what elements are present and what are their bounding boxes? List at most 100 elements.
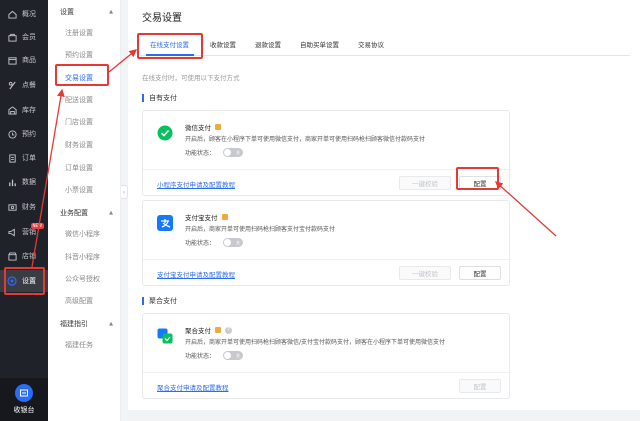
finance-icon [7,202,17,212]
submenu-item-wechat-miniapp[interactable]: 微信小程序 [65,227,113,241]
nav-item-booking[interactable]: 预约 [0,123,48,145]
submenu-item-store[interactable]: 门店设置 [65,115,113,129]
nav-item-finance[interactable]: 财务 [0,196,48,218]
submenu-item-advanced[interactable]: 高级配置 [65,294,113,308]
nav-item-label: 店铺 [22,252,36,260]
submenu-item-orders[interactable]: 订单设置 [65,161,113,175]
wechat-guide-link[interactable]: 小程序支付申请及配置教程 [157,179,235,189]
section-title-aggregate-pay: 聚合支付 [142,297,177,305]
aggregate-pay-card: 聚合支付 ? 开启后，商家开单可使用扫码枪扫顾客微信/支付宝付款码支付，顾客在小… [142,313,511,400]
nav-item-label: 订单 [22,154,36,162]
nav-item-stock[interactable]: 库存 [0,99,48,121]
recommend-badge-icon [215,327,221,333]
cashier-icon [15,384,33,402]
submenu-item-trade[interactable]: 交易设置 [65,71,113,85]
cashier-label: 收银台 [13,406,35,414]
tab-self-checkout[interactable]: 自助买单设置 [300,39,339,49]
main-sidebar: 概况 会员 商品 点餐 库存 预约 订单 数据 财务 营销 NEW 店铺 设置 … [0,0,48,421]
goods-icon [7,55,17,65]
aggregate-config-button[interactable]: 配置 [459,379,501,393]
submenu-item-register[interactable]: 注册设置 [65,26,113,40]
submenu-group-title: 设置 [60,8,74,16]
settings-submenu: 设置 ▲ 注册设置 预约设置 交易设置 配送设置 门店设置 财务设置 订单设置 小… [48,0,121,421]
submenu-item-receipt[interactable]: 小票设置 [65,183,113,197]
data-icon [7,177,17,187]
nav-item-data[interactable]: 数据 [0,171,48,193]
nav-item-label: 设置 [22,277,36,285]
alipay-name: 支付宝支付 [185,214,218,222]
alipay-title: 支付宝支付 [185,212,228,222]
tab-bar: 在线支付设置 收款设置 退款设置 自助买单设置 交易协议 [140,32,630,56]
wechat-pay-title: 微信支付 [185,122,221,132]
aggregate-pay-toggle[interactable]: 关 [223,351,244,360]
submenu-item-guide-task[interactable]: 福建任务 [65,338,113,352]
func-status-label: 功能状态： [185,150,216,157]
booking-icon [7,129,17,139]
recommend-badge-icon [221,214,228,220]
submenu-group-guide[interactable]: 福建指引 ▲ [48,317,121,331]
wechat-func-row: 功能状态： 关 [185,148,244,157]
submenu-group-title: 福建指引 [60,320,88,328]
nav-item-label: 会员 [22,33,36,41]
submenu-group-settings[interactable]: 设置 ▲ [48,5,121,19]
submenu-item-delivery[interactable]: 配送设置 [65,93,113,107]
wechat-pay-desc: 开启后，顾客在小程序下单可使用微信支付，商家开单可使用扫码枪扫顾客微信付款码支付 [185,136,426,143]
nav-item-overview[interactable]: 概况 [0,3,48,25]
nav-item-label: 概况 [22,10,36,18]
alipay-func-row: 功能状态： 关 [185,238,244,247]
aggregate-pay-title: 聚合支付 ? [185,325,232,335]
chevron-up-icon: ▲ [109,210,113,216]
wechat-config-button[interactable]: 配置 [459,176,501,190]
nav-item-label: 数据 [22,178,36,186]
marketing-icon [7,227,17,237]
page-title: 交易设置 [142,13,182,24]
nav-item-goods[interactable]: 商品 [0,49,48,71]
aggregate-func-row: 功能状态： 关 [185,351,244,360]
cashier-button[interactable]: 收银台 [0,378,48,421]
alipay-desc: 开启后，商家开单可使用扫码枪扫顾客支付宝付款码支付 [185,226,336,233]
tab-refund[interactable]: 退款设置 [255,39,281,49]
new-badge: NEW [30,223,44,229]
tab-collection[interactable]: 收款设置 [210,39,236,49]
alipay-card-footer: 支付宝支付申请及配置教程 一键校验 配置 [143,259,511,287]
alipay-icon [157,215,173,231]
wechat-pay-toggle[interactable]: 关 [223,148,244,157]
toggle-text: 关 [236,240,241,245]
submenu-item-booking[interactable]: 预约设置 [65,48,113,62]
nav-item-label: 商品 [22,56,36,64]
recommend-badge-icon [215,124,221,130]
wechat-pay-name: 微信支付 [185,124,211,132]
submenu-item-finance[interactable]: 财务设置 [65,138,113,152]
help-icon[interactable]: ? [225,326,232,334]
tab-online-pay[interactable]: 在线支付设置 [150,39,189,49]
nav-item-store[interactable]: 店铺 [0,245,48,267]
func-status-label: 功能状态： [185,240,216,247]
nav-item-member[interactable]: 会员 [0,26,48,48]
collapse-submenu-button[interactable]: ‹ [121,185,128,199]
alipay-config-button[interactable]: 配置 [459,266,501,280]
submenu-group-business[interactable]: 业务配置 ▲ [48,206,121,220]
submenu-item-douyin-miniapp[interactable]: 抖音小程序 [65,250,113,264]
aggregate-guide-link[interactable]: 聚合支付申请及配置教程 [157,382,229,392]
wechat-card-footer: 小程序支付申请及配置教程 一键校验 配置 [143,169,511,197]
nav-item-orders[interactable]: 订单 [0,147,48,169]
tab-agreement[interactable]: 交易协议 [358,39,384,49]
aggregate-pay-name: 聚合支付 [185,327,211,335]
nav-item-settings[interactable]: 设置 [0,270,48,292]
nav-item-label: 预约 [22,130,36,138]
home-icon [7,9,17,19]
wechat-check-button[interactable]: 一键校验 [399,176,451,190]
alipay-guide-link[interactable]: 支付宝支付申请及配置教程 [157,269,235,279]
aggregate-card-footer: 聚合支付申请及配置教程 配置 [143,372,511,400]
alipay-toggle[interactable]: 关 [223,238,244,247]
nav-item-order-food[interactable]: 点餐 [0,74,48,96]
nav-item-label: 财务 [22,203,36,211]
online-pay-hint: 在线支付时，可使用以下支付方式 [142,74,240,82]
store-icon [7,251,17,261]
nav-item-label: 点餐 [22,81,36,89]
chevron-left-icon: ‹ [122,188,126,196]
alipay-check-button[interactable]: 一键校验 [399,266,451,280]
submenu-item-official-account[interactable]: 公众号授权 [65,272,113,286]
nav-item-marketing[interactable]: 营销 NEW [0,221,48,243]
toggle-text: 关 [236,150,241,155]
